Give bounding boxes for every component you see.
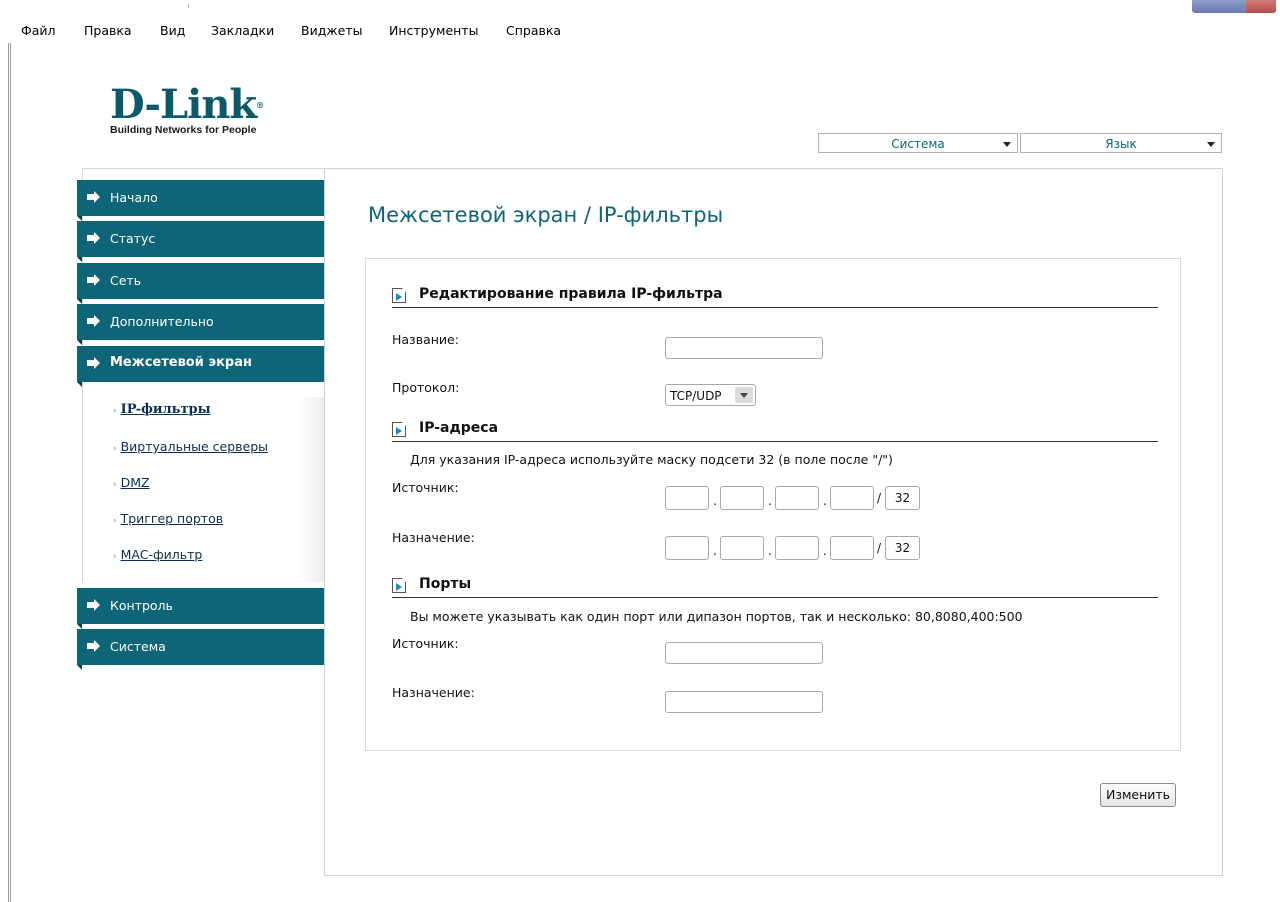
section-header-ports: Порты bbox=[392, 573, 1158, 598]
protocol-select-value: TCP/UDP bbox=[670, 389, 722, 403]
sidebar-subitem-ip-filters[interactable]: › IP-фильтры bbox=[113, 401, 211, 417]
browser-window: Файл Правка Вид Закладки Виджеты Инструм… bbox=[0, 0, 1280, 902]
sidebar-item-label: Начало bbox=[110, 190, 158, 205]
mask-separator: / bbox=[877, 541, 882, 555]
ip-source-label: Источник: bbox=[392, 480, 459, 495]
arrow-right-icon bbox=[87, 599, 100, 611]
sidebar-item-label: Сеть bbox=[110, 273, 142, 288]
system-select-label: Система bbox=[891, 137, 945, 151]
mask-separator: / bbox=[877, 491, 882, 505]
logo-registered-mark: ® bbox=[256, 100, 264, 110]
octet-separator: . bbox=[768, 494, 772, 508]
chevron-down-icon bbox=[1003, 142, 1011, 147]
section-header-ip: IP-адреса bbox=[392, 417, 1158, 442]
close-icon[interactable] bbox=[1246, 0, 1276, 13]
menu-widgets[interactable]: Виджеты bbox=[301, 23, 362, 38]
bullet-icon: › bbox=[113, 516, 117, 526]
sidebar-subitem-virtual-servers[interactable]: › Виртуальные серверы bbox=[113, 439, 268, 454]
logo-tagline: Building Networks for People bbox=[110, 124, 257, 136]
sidebar-item-label: Контроль bbox=[110, 598, 173, 613]
section-arrow-icon bbox=[392, 288, 406, 303]
ip-source-octet-2[interactable] bbox=[720, 486, 764, 510]
arrow-right-icon bbox=[87, 274, 100, 286]
sidebar-subitem-port-trigger[interactable]: › Триггер портов bbox=[113, 511, 223, 526]
ip-dest-mask[interactable]: 32 bbox=[885, 536, 920, 560]
menu-help[interactable]: Справка bbox=[506, 23, 561, 38]
sidebar-shade bbox=[300, 397, 324, 582]
sidebar-item-system[interactable]: Система bbox=[77, 629, 324, 670]
ip-note: Для указания IP-адреса используйте маску… bbox=[410, 452, 893, 467]
ip-source-octet-4[interactable] bbox=[830, 486, 874, 510]
bullet-icon: › bbox=[113, 444, 117, 454]
bullet-icon: › bbox=[113, 552, 117, 562]
octet-separator: . bbox=[768, 544, 772, 558]
section-header-edit-rule: Редактирование правила IP-фильтра bbox=[392, 283, 1158, 308]
octet-separator: . bbox=[823, 544, 827, 558]
arrow-right-icon bbox=[87, 640, 100, 652]
octet-separator: . bbox=[713, 494, 717, 508]
sidebar-item-label: Система bbox=[110, 639, 166, 654]
arrow-right-icon bbox=[87, 357, 100, 369]
name-input[interactable] bbox=[665, 337, 823, 359]
window-controls[interactable] bbox=[1192, 0, 1276, 13]
logo-text: D-Link bbox=[110, 81, 257, 128]
sidebar-subitem-dmz[interactable]: › DMZ bbox=[113, 475, 150, 490]
sidebar-item-firewall[interactable]: Межсетевой экран bbox=[77, 346, 324, 387]
sidebar-item-label: Статус bbox=[110, 231, 156, 246]
sidebar-item-advanced[interactable]: Дополнительно bbox=[77, 304, 324, 345]
browser-menubar: Файл Правка Вид Закладки Виджеты Инструм… bbox=[0, 13, 1280, 43]
port-dest-input[interactable] bbox=[665, 691, 823, 713]
section-arrow-icon bbox=[392, 422, 406, 437]
arrow-right-icon bbox=[87, 191, 100, 203]
octet-separator: . bbox=[713, 544, 717, 558]
port-source-input[interactable] bbox=[665, 642, 823, 664]
sidebar-item-start[interactable]: Начало bbox=[77, 180, 324, 221]
dlink-logo: D-Link® Building Networks for People bbox=[110, 85, 264, 137]
arrow-right-icon bbox=[87, 315, 100, 327]
menu-file[interactable]: Файл bbox=[21, 23, 56, 38]
page-title: Межсетевой экран / IP-фильтры bbox=[368, 203, 724, 227]
system-select[interactable]: Система bbox=[818, 133, 1018, 153]
ip-dest-octet-1[interactable] bbox=[665, 536, 709, 560]
section-arrow-icon bbox=[392, 578, 406, 593]
bullet-icon: › bbox=[113, 480, 117, 490]
arrow-right-icon bbox=[87, 232, 100, 244]
ip-dest-octet-4[interactable] bbox=[830, 536, 874, 560]
menu-bookmarks[interactable]: Закладки bbox=[211, 23, 274, 38]
port-dest-label: Назначение: bbox=[392, 685, 475, 700]
ports-note: Вы можете указывать как один порт или ди… bbox=[410, 609, 1023, 624]
menu-view[interactable]: Вид bbox=[160, 23, 185, 38]
menu-tools[interactable]: Инструменты bbox=[389, 23, 478, 38]
language-select-label: Язык bbox=[1105, 137, 1137, 151]
sidebar-item-network[interactable]: Сеть bbox=[77, 263, 324, 304]
change-button[interactable]: Изменить bbox=[1100, 783, 1176, 807]
sidebar-subitem-mac-filter[interactable]: › MAC-фильтр bbox=[113, 547, 202, 562]
window-left-border bbox=[0, 43, 11, 902]
octet-separator: . bbox=[823, 494, 827, 508]
chevron-down-icon bbox=[1207, 142, 1215, 147]
window-titlebar bbox=[0, 0, 1280, 13]
ip-source-octet-3[interactable] bbox=[775, 486, 819, 510]
titlebar-grip bbox=[188, 4, 189, 8]
language-select[interactable]: Язык bbox=[1020, 133, 1222, 153]
ip-dest-label: Назначение: bbox=[392, 530, 475, 545]
port-source-label: Источник: bbox=[392, 636, 459, 651]
sidebar-item-label: Межсетевой экран bbox=[110, 355, 252, 370]
ip-source-mask[interactable]: 32 bbox=[885, 486, 920, 510]
ip-dest-octet-2[interactable] bbox=[720, 536, 764, 560]
name-label: Название: bbox=[392, 332, 459, 347]
bullet-icon: › bbox=[113, 406, 117, 416]
protocol-label: Протокол: bbox=[392, 380, 460, 395]
ip-dest-octet-3[interactable] bbox=[775, 536, 819, 560]
sidebar-item-label: Дополнительно bbox=[110, 314, 214, 329]
chevron-down-icon bbox=[735, 387, 753, 403]
sidebar-item-status[interactable]: Статус bbox=[77, 221, 324, 262]
sidebar-item-control[interactable]: Контроль bbox=[77, 588, 324, 629]
menu-edit[interactable]: Правка bbox=[84, 23, 132, 38]
protocol-select[interactable]: TCP/UDP bbox=[665, 384, 756, 406]
form-container bbox=[365, 258, 1181, 751]
ip-source-octet-1[interactable] bbox=[665, 486, 709, 510]
